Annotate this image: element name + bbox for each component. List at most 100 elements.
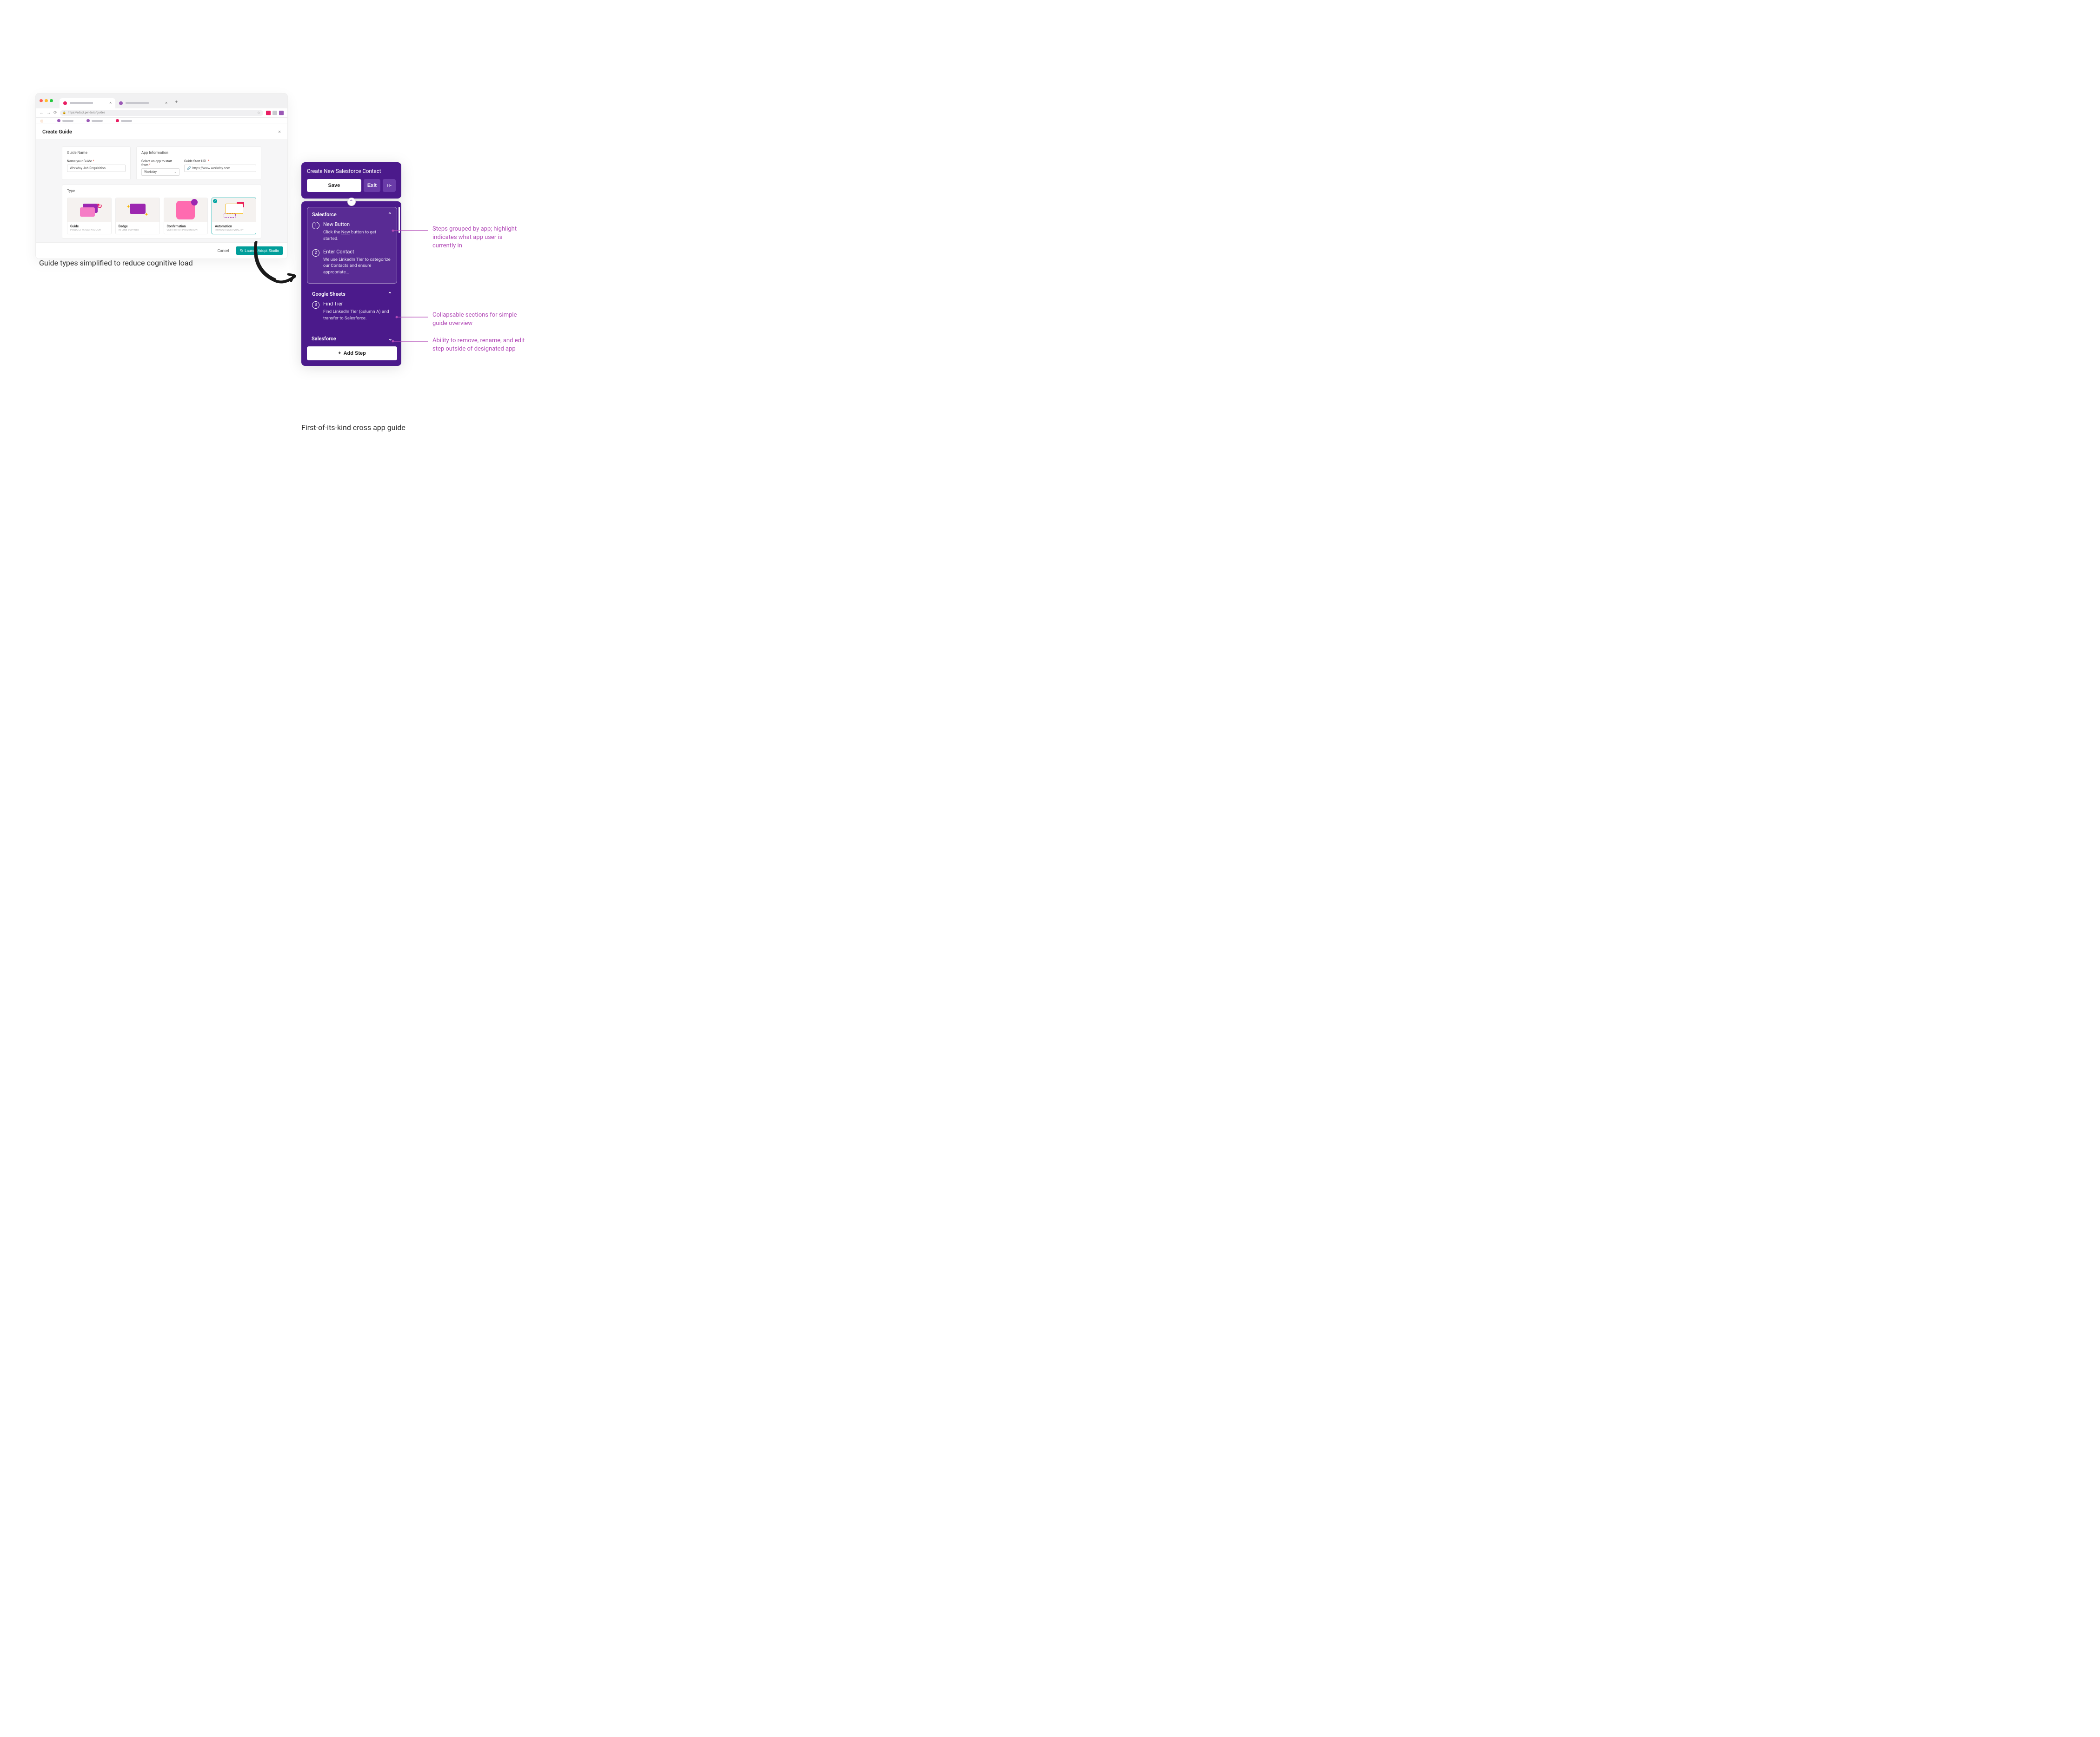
modal-title: Create Guide [42, 129, 72, 135]
app-section-googlesheets: Google Sheets ⌃ 3 Find Tier Find LinkedI… [307, 286, 397, 330]
caption-left: Guide types simplified to reduce cogniti… [39, 259, 193, 267]
step-title: Enter Contact [323, 249, 392, 255]
tab-favicon-icon [119, 101, 123, 105]
extension-icon[interactable] [266, 111, 271, 115]
start-url-input[interactable]: 🔗https://www.workday.com [184, 165, 256, 172]
scrollbar[interactable] [399, 207, 400, 233]
new-tab-button[interactable]: + [175, 99, 178, 105]
flow-arrow-icon [247, 238, 303, 294]
nav-forward-icon[interactable]: → [47, 110, 51, 115]
panel-title: Create New Salesforce Contact [307, 168, 396, 174]
tile-art: ↻ [67, 198, 111, 222]
step-number: 1 [312, 222, 319, 229]
collapse-chip[interactable]: ⌃ [347, 198, 356, 206]
lock-icon: 🔒 [63, 111, 66, 114]
tile-name: Automation [215, 225, 253, 228]
plus-icon: + [338, 351, 341, 356]
extension-icon[interactable] [272, 111, 277, 115]
tile-name: Guide [70, 225, 108, 228]
browser-tabs: × × + [57, 93, 178, 108]
chevron-up-icon: ⌃ [349, 199, 353, 205]
step-description: Find LinkedIn Tier (column A) and transf… [323, 309, 392, 322]
guide-name-input[interactable]: Workday Job Requisition [67, 165, 126, 172]
app-info-card: App Information Select an app to start f… [136, 146, 261, 180]
close-icon[interactable]: × [278, 129, 281, 135]
browser-window: × × + ← → ⟳ 🔒 https://adopt.pendo.io/gui… [35, 93, 288, 259]
card-title: App Information [141, 151, 256, 155]
extension-icon[interactable] [279, 111, 284, 115]
type-tile-automation[interactable]: Automation IMPROVE DATA QUALITY [212, 198, 256, 234]
browser-tab-active[interactable]: × [60, 98, 115, 108]
annotation-collapsable: Collapsable sections for simple guide ov… [432, 311, 525, 328]
step-description: We use LinkedIn Tier to categorize our C… [323, 257, 392, 276]
guide-editor-panel: Create New Salesforce Contact Save Exit … [301, 162, 401, 366]
step-item[interactable]: 1 New Button Click the New button to get… [312, 221, 392, 242]
app-select[interactable]: Workday ⌄ [141, 168, 179, 176]
cancel-button[interactable]: Cancel [214, 246, 233, 255]
bookmark-item[interactable] [116, 119, 132, 122]
nav-reload-icon[interactable]: ⟳ [53, 111, 57, 115]
close-window-icon[interactable] [40, 99, 43, 102]
tab-favicon-icon [63, 101, 67, 105]
window-controls [40, 99, 53, 102]
tile-sub: IN-LINE SUPPORT [119, 229, 157, 232]
section-header[interactable]: Salesforce ⌃ [312, 212, 392, 218]
tile-art: ✦✦ [116, 198, 159, 222]
type-tile-guide[interactable]: ↻ Guide PRODUCT WALKTHROUGH [67, 198, 112, 234]
link-icon: 🔗 [187, 166, 191, 170]
step-item[interactable]: 2 Enter Contact We use LinkedIn Tier to … [312, 249, 392, 276]
step-title: New Button [323, 221, 392, 227]
nav-back-icon[interactable]: ← [40, 110, 44, 115]
chevron-up-icon: ⌃ [388, 212, 392, 218]
chevron-down-icon: ⌄ [388, 336, 392, 342]
caption-right: First-of-its-kind cross app guide [301, 423, 405, 432]
guide-name-card: Guide Name Name your Guide * Workday Job… [62, 146, 131, 180]
field-label: Name your Guide * [67, 159, 126, 163]
tab-title-redacted [126, 102, 149, 104]
apps-grid-icon[interactable]: ⊞ [40, 119, 44, 123]
tile-name: Badge [119, 225, 157, 228]
bookmark-item[interactable] [57, 119, 73, 122]
card-title: Type [67, 189, 256, 193]
tab-close-icon[interactable]: × [165, 101, 167, 106]
minimize-window-icon[interactable] [45, 99, 48, 102]
add-step-button[interactable]: + Add Step [307, 346, 397, 360]
type-card: Type ↻ Guide PRODUCT WALKTHROUGH ✦✦ [62, 185, 261, 239]
browser-chrome: × × + [36, 93, 287, 108]
url-text: https://adopt.pendo.io/guides [68, 111, 105, 114]
field-label: Select an app to start from * [141, 159, 179, 167]
save-button[interactable]: Save [307, 179, 361, 192]
app-section-salesforce-collapsed[interactable]: Salesforce ⌄ [307, 332, 397, 345]
modal-header: Create Guide × [36, 124, 287, 140]
chevron-down-icon: ⌄ [174, 170, 177, 174]
card-title: Guide Name [67, 151, 126, 155]
tile-sub: USER ERROR PREVENTION [167, 229, 205, 232]
bookmark-item[interactable] [86, 119, 103, 122]
type-tile-confirmation[interactable]: Confirmation USER ERROR PREVENTION [164, 198, 208, 234]
browser-url-row: ← → ⟳ 🔒 https://adopt.pendo.io/guides ☆ [36, 108, 287, 118]
url-bar[interactable]: 🔒 https://adopt.pendo.io/guides ☆ [60, 110, 263, 116]
step-number: 3 [312, 301, 319, 309]
launch-icon: ⧉ [240, 248, 243, 253]
bookmarks-bar: ⊞ [36, 118, 287, 124]
bookmark-star-icon[interactable]: ☆ [257, 111, 260, 115]
tile-sub: IMPROVE DATA QUALITY [215, 229, 253, 232]
tile-art [212, 198, 256, 222]
tab-title-redacted [70, 102, 93, 104]
app-section-salesforce: Salesforce ⌃ 1 New Button Click the New … [307, 207, 397, 284]
extension-icons [266, 111, 284, 115]
step-item[interactable]: 3 Find Tier Find LinkedIn Tier (column A… [312, 301, 392, 322]
section-header[interactable]: Google Sheets ⌃ [312, 291, 392, 297]
collapse-button[interactable] [383, 179, 396, 192]
tab-close-icon[interactable]: × [109, 101, 112, 106]
exit-button[interactable]: Exit [364, 179, 380, 192]
step-description: Click the New button to get started. [323, 229, 392, 242]
field-label: Guide Start URL * [184, 159, 256, 163]
collapse-icon [386, 182, 392, 189]
step-title: Find Tier [323, 301, 392, 307]
type-tile-badge[interactable]: ✦✦ Badge IN-LINE SUPPORT [115, 198, 160, 234]
browser-tab[interactable]: × [115, 98, 171, 108]
annotation-grouped: Steps grouped by app; highlight indicate… [432, 225, 525, 251]
chevron-up-icon: ⌃ [388, 291, 392, 297]
maximize-window-icon[interactable] [50, 99, 53, 102]
